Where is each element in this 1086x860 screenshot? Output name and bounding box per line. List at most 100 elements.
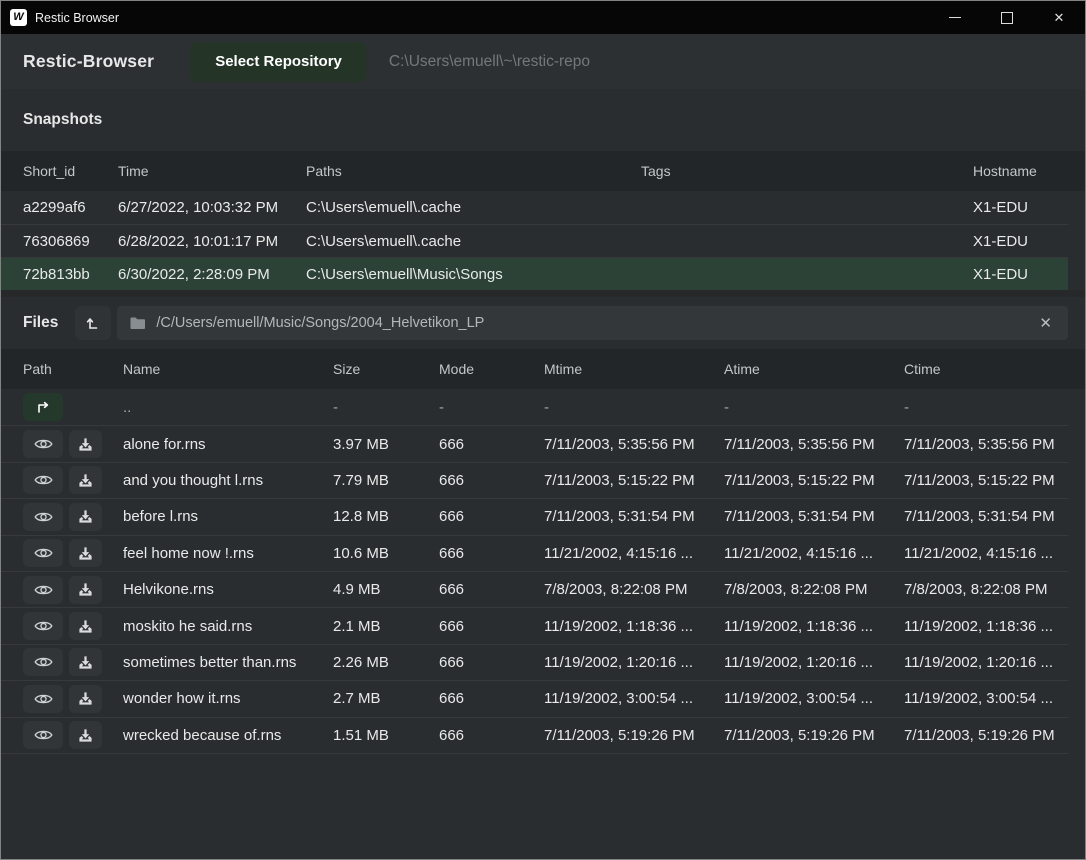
cell-mode: 666 [439, 690, 544, 707]
cell-mtime: 7/11/2003, 5:35:56 PM [544, 436, 724, 453]
row-actions [23, 612, 123, 640]
cell-mode: 666 [439, 654, 544, 671]
row-actions [23, 503, 123, 531]
parent-directory-button[interactable] [23, 393, 63, 421]
section-divider [1, 290, 1085, 297]
maximize-icon [1001, 12, 1013, 24]
cell-short-id: a2299af6 [23, 199, 118, 216]
current-path-bar[interactable]: /C/Users/emuell/Music/Songs/2004_Helveti… [117, 306, 1068, 340]
preview-file-button[interactable] [23, 430, 63, 458]
eye-icon [34, 473, 53, 487]
cell-atime: 11/19/2002, 3:00:54 ... [724, 690, 904, 707]
files-section-header: Files /C/Users/emuell/Music/Songs/2004_H… [1, 297, 1085, 349]
row-actions [23, 430, 123, 458]
window-title: Restic Browser [35, 11, 119, 25]
select-repository-button[interactable]: Select Repository [190, 42, 367, 82]
eye-icon [34, 546, 53, 560]
go-to-root-button[interactable] [75, 306, 111, 340]
cell-name: feel home now !.rns [123, 545, 333, 562]
file-row[interactable]: wrecked because of.rns 1.51 MB 666 7/11/… [1, 717, 1068, 753]
eye-icon [34, 728, 53, 742]
eye-icon [34, 619, 53, 633]
download-file-button[interactable] [69, 466, 102, 494]
download-file-button[interactable] [69, 685, 102, 713]
download-file-button[interactable] [69, 612, 102, 640]
cell-mtime: - [544, 399, 724, 416]
download-file-button[interactable] [69, 721, 102, 749]
close-button[interactable]: ✕ [1033, 1, 1085, 34]
cell-name: Helvikone.rns [123, 581, 333, 598]
preview-file-button[interactable] [23, 539, 63, 567]
cell-size: 10.6 MB [333, 545, 439, 562]
repository-path: C:\Users\emuell\~\restic-repo [389, 53, 590, 71]
preview-file-button[interactable] [23, 503, 63, 531]
cell-name: before l.rns [123, 508, 333, 525]
download-icon [78, 691, 93, 706]
cell-name: and you thought l.rns [123, 472, 333, 489]
download-icon [78, 582, 93, 597]
titlebar: W Restic Browser ✕ [1, 1, 1085, 34]
file-row[interactable]: feel home now !.rns 10.6 MB 666 11/21/20… [1, 535, 1068, 571]
cell-size: 7.79 MB [333, 472, 439, 489]
cell-mode: 666 [439, 727, 544, 744]
cell-mode: 666 [439, 618, 544, 635]
cell-ctime: 7/11/2003, 5:15:22 PM [904, 472, 1068, 489]
row-actions [23, 576, 123, 604]
download-file-button[interactable] [69, 576, 102, 604]
cell-ctime: 11/19/2002, 1:18:36 ... [904, 618, 1068, 635]
cell-ctime: 7/11/2003, 5:19:26 PM [904, 727, 1068, 744]
cell-atime: 7/11/2003, 5:35:56 PM [724, 436, 904, 453]
cell-size: 4.9 MB [333, 581, 439, 598]
snapshot-row[interactable]: a2299af6 6/27/2022, 10:03:32 PM C:\Users… [1, 191, 1068, 224]
file-row[interactable]: moskito he said.rns 2.1 MB 666 11/19/200… [1, 607, 1068, 643]
row-actions [23, 539, 123, 567]
cell-ctime: 11/19/2002, 3:00:54 ... [904, 690, 1068, 707]
download-file-button[interactable] [69, 503, 102, 531]
cell-ctime: - [904, 399, 1068, 416]
snapshot-row[interactable]: 76306869 6/28/2022, 10:01:17 PM C:\Users… [1, 224, 1068, 257]
cell-mtime: 11/19/2002, 3:00:54 ... [544, 690, 724, 707]
preview-file-button[interactable] [23, 612, 63, 640]
file-row[interactable]: wonder how it.rns 2.7 MB 666 11/19/2002,… [1, 680, 1068, 716]
cell-size: 2.7 MB [333, 690, 439, 707]
eye-icon [34, 583, 53, 597]
app-title: Restic-Browser [23, 51, 154, 72]
cell-mode: 666 [439, 508, 544, 525]
preview-file-button[interactable] [23, 721, 63, 749]
cell-mode: - [439, 399, 544, 416]
cell-mtime: 11/19/2002, 1:20:16 ... [544, 654, 724, 671]
download-file-button[interactable] [69, 648, 102, 676]
cell-mode: 666 [439, 545, 544, 562]
cell-paths: C:\Users\emuell\.cache [306, 233, 641, 250]
cell-atime: 7/11/2003, 5:19:26 PM [724, 727, 904, 744]
file-row[interactable]: Helvikone.rns 4.9 MB 666 7/8/2003, 8:22:… [1, 571, 1068, 607]
col-short-id: Short_id [23, 163, 118, 179]
file-row[interactable]: sometimes better than.rns 2.26 MB 666 11… [1, 644, 1068, 680]
preview-file-button[interactable] [23, 685, 63, 713]
file-row[interactable]: alone for.rns 3.97 MB 666 7/11/2003, 5:3… [1, 425, 1068, 461]
preview-file-button[interactable] [23, 648, 63, 676]
arrow-up-right-icon [35, 400, 51, 414]
snapshot-row[interactable]: 72b813bb 6/30/2022, 2:28:09 PM C:\Users\… [1, 257, 1068, 290]
cell-atime: 7/11/2003, 5:15:22 PM [724, 472, 904, 489]
cell-atime: 11/19/2002, 1:20:16 ... [724, 654, 904, 671]
file-row[interactable]: before l.rns 12.8 MB 666 7/11/2003, 5:31… [1, 498, 1068, 534]
download-file-button[interactable] [69, 539, 102, 567]
cell-atime: 7/11/2003, 5:31:54 PM [724, 508, 904, 525]
col-tags: Tags [641, 163, 973, 179]
clear-path-icon[interactable]: ✕ [1036, 314, 1055, 332]
eye-icon [34, 655, 53, 669]
cell-paths: C:\Users\emuell\.cache [306, 199, 641, 216]
preview-file-button[interactable] [23, 576, 63, 604]
download-file-button[interactable] [69, 430, 102, 458]
file-row[interactable]: and you thought l.rns 7.79 MB 666 7/11/2… [1, 462, 1068, 498]
minimize-icon [949, 17, 961, 19]
minimize-button[interactable] [929, 1, 981, 34]
file-row[interactable]: .. - - - - - [1, 389, 1068, 425]
cell-time: 6/27/2022, 10:03:32 PM [118, 199, 306, 216]
cell-size: 1.51 MB [333, 727, 439, 744]
app-header: Restic-Browser Select Repository C:\User… [1, 34, 1085, 89]
snapshots-section-header: Snapshots [1, 89, 1085, 151]
preview-file-button[interactable] [23, 466, 63, 494]
maximize-button[interactable] [981, 1, 1033, 34]
